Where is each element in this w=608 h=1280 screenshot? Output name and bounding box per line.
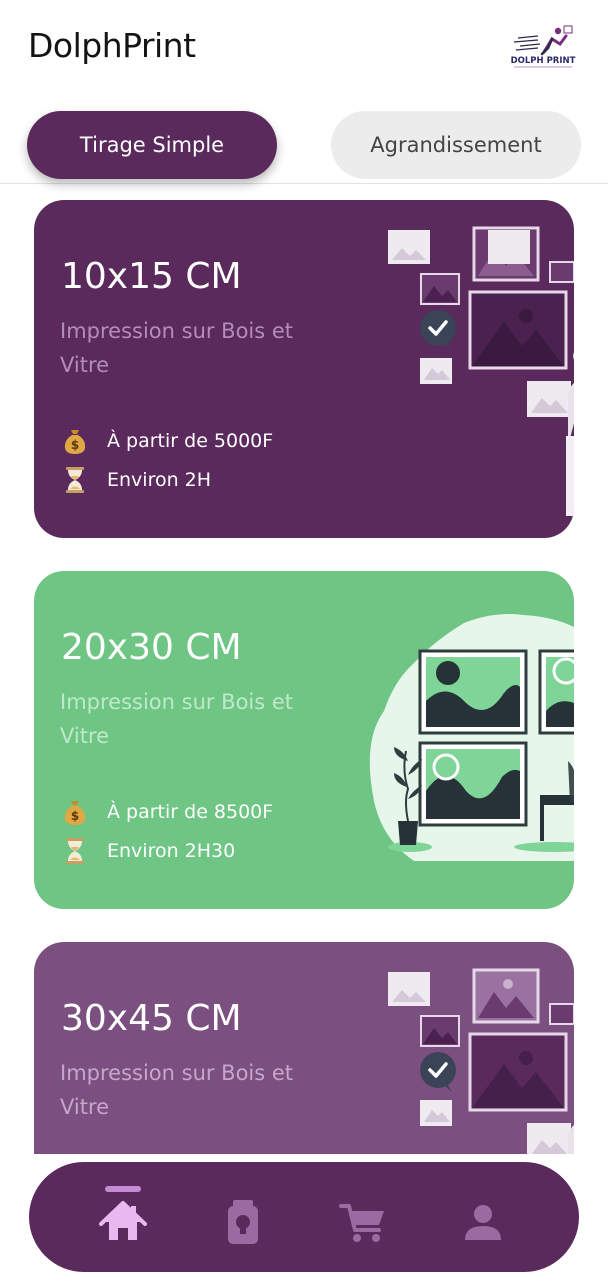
gallery-illustration [369,614,574,861]
nav-home[interactable] [93,1184,153,1250]
app-header: DolphPrint DOLPH PRINT [0,0,608,96]
app-title: DolphPrint [28,26,196,65]
card-price: À partir de 5000F [107,430,274,452]
duration-row: Environ 2H [60,465,211,495]
money-bag-icon: $ [64,801,86,825]
cart-icon [339,1204,384,1242]
nav-ideas[interactable] [213,1184,273,1250]
card-description: Impression sur Bois et Vitre [60,690,294,748]
bottom-navigation [29,1162,579,1272]
card-duration: Environ 2H [107,469,212,491]
svg-text:$: $ [71,438,79,452]
gallery-illustration [388,226,574,516]
card-description: Impression sur Bois et Vitre [60,319,294,377]
card-price: À partir de 8500F [107,801,274,823]
card-title: 30x45 CM [61,998,242,1039]
money-bag-icon: $ [64,430,86,454]
logo-text: DOLPH PRINT [511,56,576,66]
svg-text:$: $ [71,809,79,823]
price-row: $ À partir de 5000F [60,426,273,456]
nav-cart[interactable] [333,1184,393,1250]
hourglass-icon [66,467,84,493]
idea-icon [228,1200,258,1244]
product-card[interactable]: 10x15 CM Impression sur Bois et Vitre $ … [34,200,574,538]
profile-icon [465,1205,501,1240]
duration-row: Environ 2H30 [60,836,235,866]
card-duration: Environ 2H30 [107,840,236,862]
product-list: 10x15 CM Impression sur Bois et Vitre $ … [0,184,608,1154]
tab-agrandissement[interactable]: Agrandissement [331,111,581,179]
product-card[interactable]: 20x30 CM Impression sur Bois et Vitre $ … [34,571,574,909]
card-title: 20x30 CM [61,627,242,668]
gallery-illustration [388,968,574,1154]
product-card[interactable]: 30x45 CM Impression sur Bois et Vitre [34,942,574,1154]
tab-tirage-simple[interactable]: Tirage Simple [27,111,277,179]
card-title: 10x15 CM [61,256,242,297]
home-icon [99,1201,147,1240]
nav-profile[interactable] [453,1184,513,1250]
dolphprint-logo[interactable]: DOLPH PRINT [508,22,578,72]
price-row: $ À partir de 8500F [60,797,273,827]
hourglass-icon [66,838,84,864]
tab-bar: Tirage Simple Agrandissement [0,96,608,184]
card-description: Impression sur Bois et Vitre [60,1061,294,1119]
